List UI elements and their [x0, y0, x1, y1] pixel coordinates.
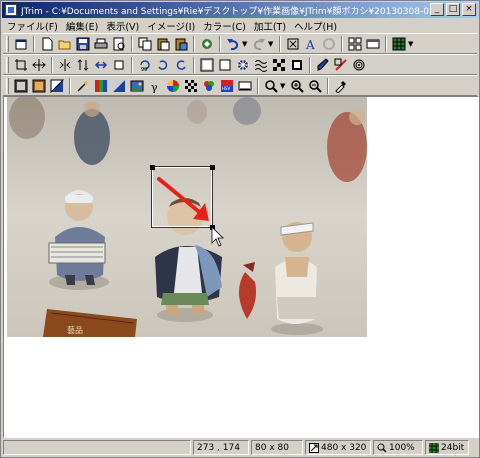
jtrim-window: JTrim - C:¥Documents and Settings¥Rie¥デス…: [0, 0, 480, 458]
crop-icon[interactable]: [13, 57, 29, 73]
frame-icon[interactable]: [199, 57, 215, 73]
menu-image[interactable]: イメージ(I): [143, 19, 199, 33]
photo-image[interactable]: 藝品: [7, 97, 367, 337]
mosaic-icon[interactable]: [253, 57, 269, 73]
sepia-icon[interactable]: [31, 78, 47, 94]
resize-icon[interactable]: [31, 57, 47, 73]
svg-text:γ: γ: [151, 81, 158, 93]
new-window-icon[interactable]: [13, 36, 29, 52]
blur-icon[interactable]: [235, 57, 251, 73]
image-icon[interactable]: [129, 78, 145, 94]
rotate-left-icon[interactable]: [155, 57, 171, 73]
noise-icon[interactable]: [183, 78, 199, 94]
toolbar-grip[interactable]: [6, 35, 9, 52]
mirror-icon[interactable]: [57, 57, 73, 73]
status-cursor-pos: 273 , 174: [193, 440, 249, 455]
rotate-90-icon[interactable]: 90: [137, 57, 153, 73]
open-icon[interactable]: [57, 36, 73, 52]
zoom-status-icon: [377, 443, 387, 453]
status-depth: 24bit: [425, 440, 469, 455]
print-icon[interactable]: [93, 36, 109, 52]
draw-icon[interactable]: [333, 57, 349, 73]
window-title: JTrim - C:¥Documents and Settings¥Rie¥デス…: [21, 6, 431, 17]
move-icon[interactable]: [93, 57, 109, 73]
capture-icon[interactable]: [199, 36, 215, 52]
magic-icon[interactable]: [75, 78, 91, 94]
toolbar-edit: 90: [3, 54, 477, 75]
status-selection-size: 80 x 80: [251, 440, 303, 455]
paste-icon[interactable]: [155, 36, 171, 52]
redo-icon[interactable]: [251, 36, 267, 52]
menu-edit[interactable]: 編集(E): [62, 19, 102, 33]
menu-bar: ファイル(F) 編集(E) 表示(V) イメージ(I) カラー(C) 加工(T)…: [3, 18, 341, 33]
mouse-cursor-icon: [211, 226, 224, 247]
rotate-right-icon[interactable]: [173, 57, 189, 73]
maximize-button[interactable]: □: [446, 3, 460, 16]
contrast-icon[interactable]: [111, 78, 127, 94]
undo-icon[interactable]: [225, 36, 241, 52]
paste-new-icon[interactable]: [173, 36, 189, 52]
status-image-size: 480 x 320: [305, 440, 371, 455]
pixelate-icon[interactable]: [271, 57, 287, 73]
fit-icon[interactable]: [285, 36, 301, 52]
toolbar-grip[interactable]: [6, 56, 9, 73]
sharpen-icon[interactable]: [217, 57, 233, 73]
image-size-icon: [309, 442, 319, 453]
new-file-icon[interactable]: [39, 36, 55, 52]
image-size-value: 480 x 320: [321, 442, 367, 453]
text-icon[interactable]: A: [303, 36, 319, 52]
menu-color[interactable]: カラー(C): [199, 19, 250, 33]
grayscale-icon[interactable]: [13, 78, 29, 94]
menu-process[interactable]: 加工(T): [250, 19, 290, 33]
save-icon[interactable]: [75, 36, 91, 52]
status-empty: [3, 440, 191, 455]
image-canvas[interactable]: 藝品: [3, 96, 479, 438]
eyedropper-icon[interactable]: [333, 78, 349, 94]
menu-view[interactable]: 表示(V): [102, 19, 143, 33]
color-grid-icon[interactable]: [391, 36, 407, 52]
menu-file[interactable]: ファイル(F): [3, 19, 62, 33]
print-preview-icon[interactable]: [111, 36, 127, 52]
svg-text:A: A: [305, 38, 315, 51]
depth-value: 24bit: [441, 442, 465, 453]
tint-icon[interactable]: [49, 78, 65, 94]
toolbar-grip[interactable]: [6, 77, 9, 94]
gamma-icon[interactable]: γ: [147, 78, 163, 94]
trace-icon[interactable]: [237, 78, 253, 94]
panel-icon[interactable]: [365, 36, 381, 52]
color-icon[interactable]: [93, 78, 109, 94]
menu-help[interactable]: ヘルプ(H): [290, 19, 341, 33]
settings-icon[interactable]: [321, 36, 337, 52]
toolbar-main: ▼ ▼ A ▼: [3, 33, 477, 54]
app-icon[interactable]: [5, 4, 17, 16]
zoom-dropdown-icon[interactable]: ▼: [280, 82, 286, 90]
redo-dropdown-icon[interactable]: ▼: [268, 40, 274, 48]
color-grid-dropdown-icon[interactable]: ▼: [408, 40, 414, 48]
rgb-icon[interactable]: [201, 78, 217, 94]
zoom-in-icon[interactable]: [289, 78, 305, 94]
effect-icon[interactable]: [289, 57, 305, 73]
close-button[interactable]: ×: [462, 3, 476, 16]
flip-icon[interactable]: [75, 57, 91, 73]
svg-text:HSV: HSV: [222, 86, 231, 91]
zoom-icon[interactable]: [263, 78, 279, 94]
toolbar-color: γ HSV ▼: [3, 75, 477, 96]
status-bar: 273 , 174 80 x 80 480 x 320 100% 24bit: [3, 439, 479, 456]
grid-view-icon[interactable]: [347, 36, 363, 52]
color-depth-icon: [429, 442, 439, 453]
hsv-icon[interactable]: HSV: [219, 78, 235, 94]
svg-text:90: 90: [141, 67, 147, 72]
border-icon[interactable]: [111, 57, 127, 73]
zoom-out-icon[interactable]: [307, 78, 323, 94]
spiral-icon[interactable]: [351, 57, 367, 73]
brush-icon[interactable]: [315, 57, 331, 73]
zoom-value: 100%: [389, 442, 415, 453]
minimize-button[interactable]: _: [430, 3, 444, 16]
status-zoom: 100%: [373, 440, 423, 455]
copy-icon[interactable]: [137, 36, 153, 52]
arrow-annotation: [157, 177, 224, 247]
palette-icon[interactable]: [165, 78, 181, 94]
undo-dropdown-icon[interactable]: ▼: [242, 40, 248, 48]
title-bar[interactable]: JTrim - C:¥Documents and Settings¥Rie¥デス…: [2, 2, 478, 18]
